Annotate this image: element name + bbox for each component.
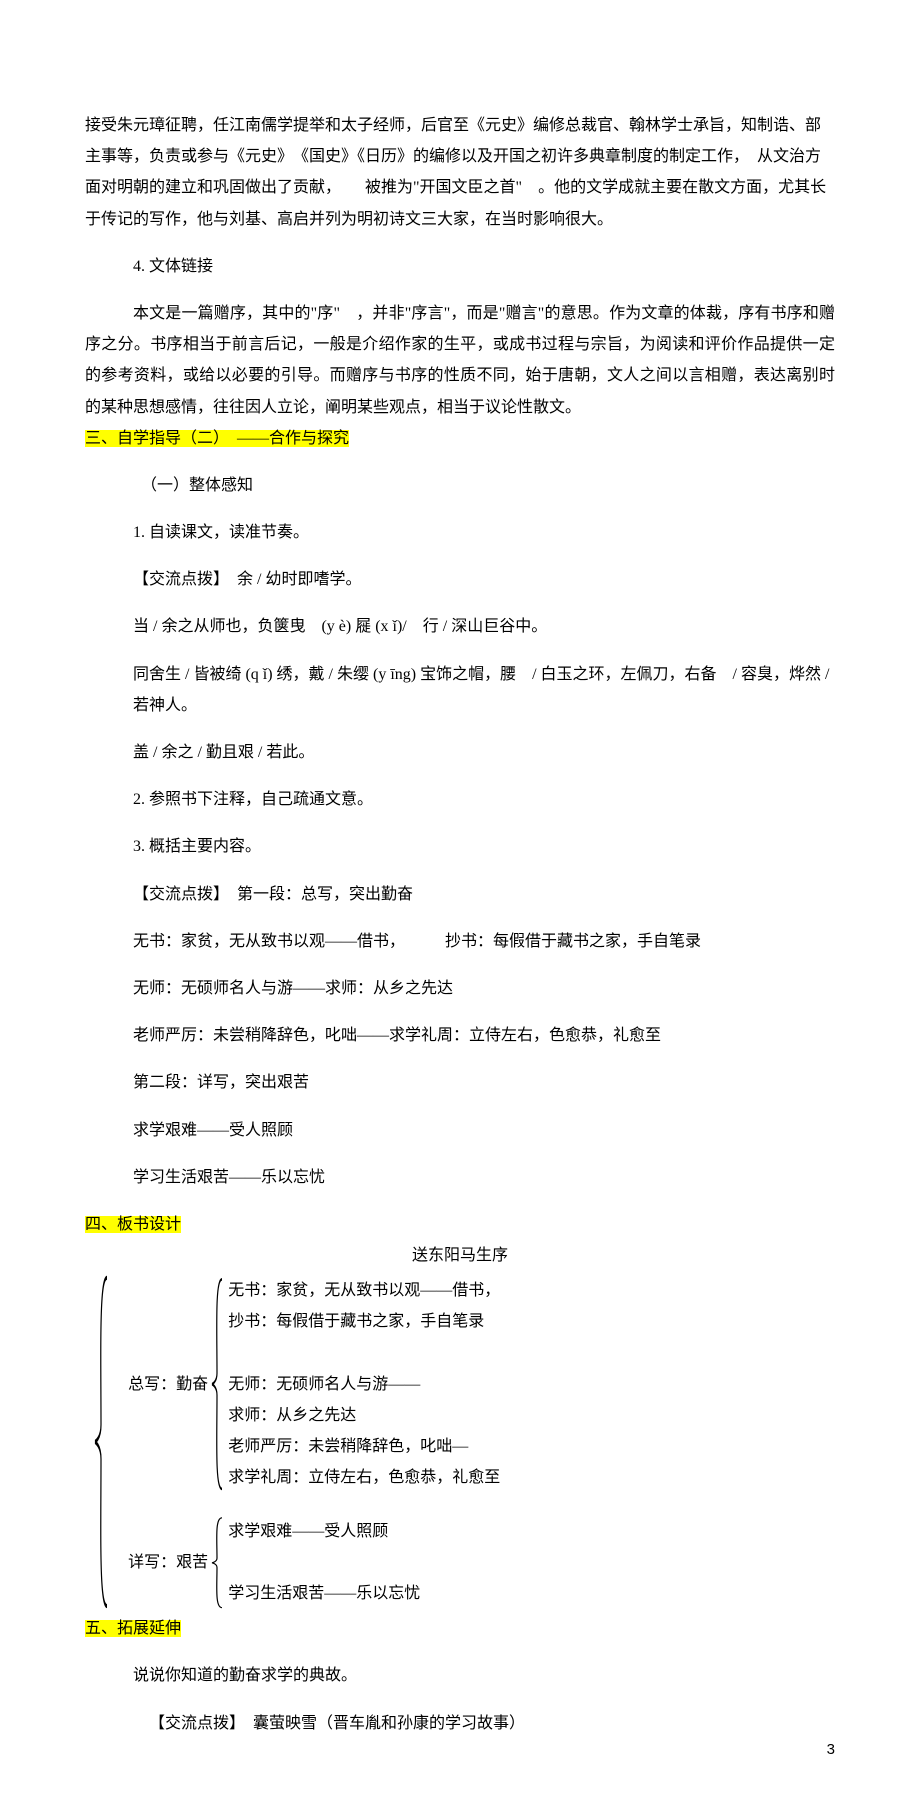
item-4-paragraph: 本文是一篇赠序，其中的"序" ，并非"序言"，而是"赠言"的意思。作为文章的体裁… xyxy=(85,298,835,423)
sec5-p2: 【交流点拨】 囊萤映雪（晋车胤和孙康的学习故事） xyxy=(85,1708,835,1739)
sec3-p1: 1. 自读课文，读准节奏。 xyxy=(85,517,835,548)
board-line: 学习生活艰苦——乐以忘忧 xyxy=(228,1578,835,1609)
section-3-heading: 三、自学指导（二） ——合作与探究 xyxy=(85,423,835,454)
board-group-2: 详写：艰苦 求学艰难——受人照顾 学习生活艰苦——乐以忘忧 xyxy=(109,1516,835,1610)
sec3-p2: 【交流点拨】 余 / 幼时即嗜学。 xyxy=(85,564,835,595)
sec3-p14: 学习生活艰苦——乐以忘忧 xyxy=(85,1162,835,1193)
board-group-1: 总写：勤奋 无书：家贫，无从致书以观——借书， 抄书：每假借于藏书之家，手自笔录… xyxy=(109,1275,835,1493)
board-title: 送东阳马生序 xyxy=(85,1240,835,1271)
brace-icon xyxy=(93,1271,109,1613)
board-line: 求学艰难——受人照顾 xyxy=(228,1516,835,1547)
board-line: 老师严厉：未尝稍降辞色，叱咄— xyxy=(228,1431,835,1462)
brace-icon xyxy=(210,1516,224,1610)
board-line xyxy=(228,1547,835,1578)
sec3-p7: 3. 概括主要内容。 xyxy=(85,831,835,862)
sec3-p8: 【交流点拨】 第一段：总写，突出勤奋 xyxy=(85,879,835,910)
board-line: 无师：无硕师名人与游—— xyxy=(228,1369,835,1400)
board-line: 求师：从乡之先达 xyxy=(228,1400,835,1431)
sec3-p3: 当 / 余之从师也，负箧曳 (y è) 屣 (x ǐ)/ 行 / 深山巨谷中。 xyxy=(85,611,835,642)
sec3-sub1: （一）整体感知 xyxy=(85,470,835,501)
board-outer-group: 总写：勤奋 无书：家贫，无从致书以观——借书， 抄书：每假借于藏书之家，手自笔录… xyxy=(93,1271,835,1613)
group2-label: 详写：艰苦 xyxy=(109,1516,210,1610)
section-4-heading: 四、板书设计 xyxy=(85,1209,835,1240)
item-4-label: 4. 文体链接 xyxy=(85,251,835,282)
brace-icon xyxy=(210,1275,224,1493)
group1-label: 总写：勤奋 xyxy=(109,1275,210,1493)
section-3-highlight: 三、自学指导（二） ——合作与探究 xyxy=(85,430,349,447)
board-line: 抄书：每假借于藏书之家，手自笔录 xyxy=(228,1306,835,1337)
sec3-p6: 2. 参照书下注释，自己疏通文意。 xyxy=(85,784,835,815)
section-5-highlight: 五、拓展延伸 xyxy=(85,1620,181,1637)
sec3-p4: 同舍生 / 皆被绮 (q ǐ) 绣，戴 / 朱缨 (y īng) 宝饰之帽，腰 … xyxy=(85,659,835,721)
page-number: 3 xyxy=(827,1735,835,1764)
sec3-p13: 求学艰难——受人照顾 xyxy=(85,1115,835,1146)
section-5-heading: 五、拓展延伸 xyxy=(85,1613,835,1644)
sec3-p12: 第二段：详写，突出艰苦 xyxy=(85,1067,835,1098)
board-line: 求学礼周：立侍左右，色愈恭，礼愈至 xyxy=(228,1462,835,1493)
sec3-p11: 老师严厉：未尝稍降辞色，叱咄——求学礼周：立侍左右，色愈恭，礼愈至 xyxy=(85,1020,835,1051)
sec3-p9: 无书：家贫，无从致书以观——借书， 抄书：每假借于藏书之家，手自笔录 xyxy=(85,926,835,957)
section-4-highlight: 四、板书设计 xyxy=(85,1216,181,1233)
intro-paragraph: 接受朱元璋征聘，任江南儒学提举和太子经师，后官至《元史》编修总裁官、翰林学士承旨… xyxy=(85,110,835,235)
board-line xyxy=(228,1338,835,1369)
sec5-p1: 说说你知道的勤奋求学的典故。 xyxy=(85,1660,835,1691)
board-line: 无书：家贫，无从致书以观——借书， xyxy=(228,1275,835,1306)
sec3-p10: 无师：无硕师名人与游——求师：从乡之先达 xyxy=(85,973,835,1004)
sec3-p5: 盖 / 余之 / 勤且艰 / 若此。 xyxy=(85,737,835,768)
